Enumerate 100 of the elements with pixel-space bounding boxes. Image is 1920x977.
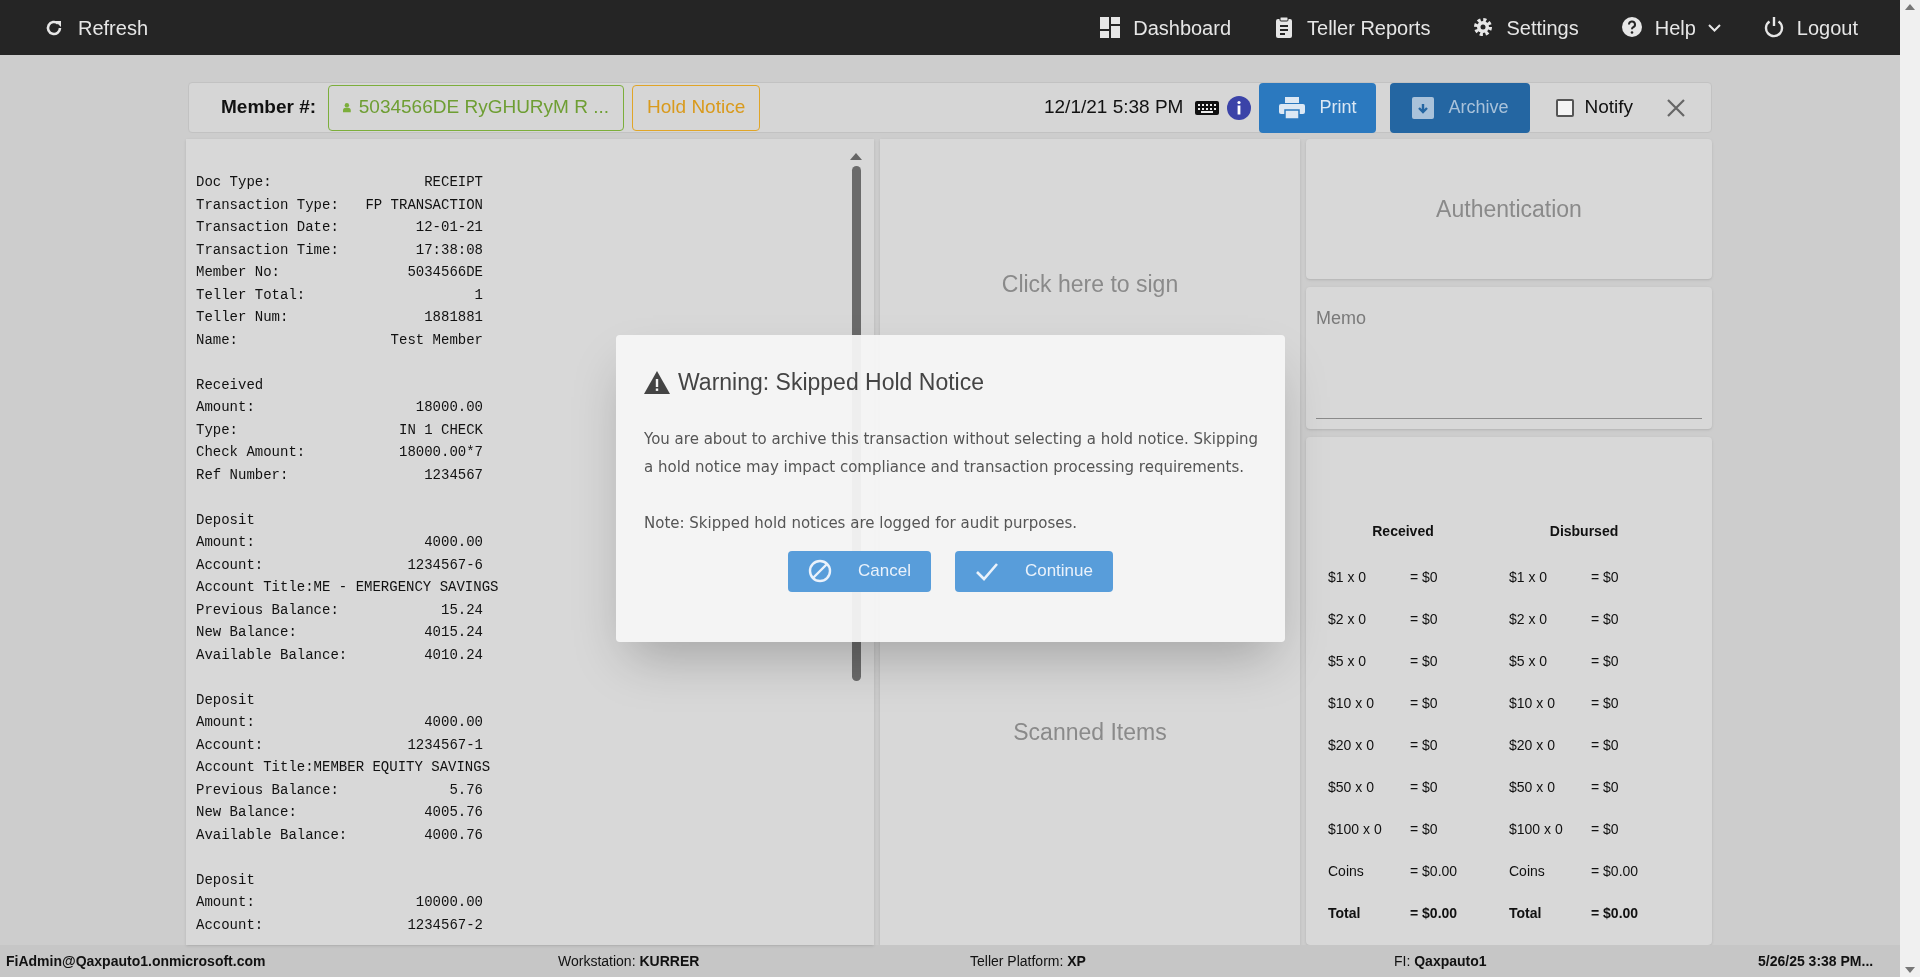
cash-label: $20 x 0 [1509,736,1555,753]
cash-label: Total [1328,904,1361,921]
cash-value: = $0 [1591,694,1619,711]
receipt-label: Teller Num: [196,308,289,327]
receipt-value: 4000.00 [424,533,483,552]
cash-value: = $0 [1591,568,1619,585]
receipt-label: Transaction Time: [196,240,339,260]
status-item: Workstation: KURRER [558,952,700,969]
receipt-label: New Balance: [196,623,297,642]
receipt-value: 5034566DE [407,263,483,282]
member-value: 5034566DE RyGHURyM R ... [358,95,610,120]
receipt-value: 4005.76 [424,803,483,822]
status-item: Teller Platform: XP [970,952,1086,969]
receipt-label: Amount: [196,713,255,732]
cash-label: $100 x 0 [1509,820,1563,837]
cash-label: $2 x 0 [1328,610,1367,627]
receipt-label: Doc Type: [196,173,272,192]
receipt-heading: Deposit [196,511,255,528]
receipt-value: 1234567 [424,465,483,485]
cash-label: $1 x 0 [1328,568,1367,585]
cash-value: = $0 [1591,610,1619,627]
cash-value: = $0 [1591,820,1619,837]
authentication-label: Authentication [1436,194,1582,224]
receipt-label: New Balance: [196,803,297,822]
cash-column-heading: Disbursed [1549,523,1619,539]
cash-value: = $0 [1410,610,1438,627]
cash-label: $5 x 0 [1328,652,1367,669]
cash-label: $50 x 0 [1509,778,1555,795]
receipt-value: 4000.76 [424,825,483,845]
receipt-value: 1881881 [424,308,483,327]
cash-label: Coins [1509,862,1545,879]
receipt-value: 5.76 [449,780,483,800]
receipt-value: 1234567-2 [407,915,483,935]
receipt-value: 1234567-6 [407,555,483,575]
scanned-items-label: Scanned Items [1013,717,1167,747]
receipt-value: RECEIPT [424,173,483,192]
sign-prompt: Click here to sign [1001,269,1179,299]
receipt-label: Check Amount: [196,443,306,462]
cash-value: = $0 [1410,736,1438,753]
receipt-label: Account: [196,915,264,935]
cash-label: $10 x 0 [1509,694,1555,711]
cash-value: = $0 [1410,778,1438,795]
receipt-line: Account Title:ME - EMERGENCY SAVINGS [196,579,499,595]
cash-column-heading: Received [1372,523,1434,539]
receipt-label: Available Balance: [196,825,348,845]
receipt-value: Test Member [390,330,483,350]
receipt-value: IN 1 CHECK [399,420,483,440]
cash-value: = $0 [1410,652,1438,669]
receipt-label: Amount: [196,533,255,552]
receipt-label: Account: [196,735,264,755]
cash-label: $1 x 0 [1509,568,1548,585]
status-item: FI: Qaxpauto1 [1394,952,1487,969]
receipt-label: Name: [196,330,238,350]
dialog-message: You are about to archive this transaction without selecting a hold notice. Skipping a hold notice may impact compliance and transaction processing requirements. [644,428,1260,478]
receipt-label: Ref Number: [196,465,289,485]
cash-label: $2 x 0 [1509,610,1548,627]
receipt-value: 4000.00 [424,713,483,732]
receipt-line: Account Title:MEMBER EQUITY SAVINGS [196,759,491,775]
receipt-value: 17:38:08 [415,240,483,260]
receipt-heading: Deposit [196,691,255,708]
receipt-value: 18000.00 [415,398,483,417]
dialog-note: Note: Skipped hold notices are logged for audit purposes. [644,512,1079,534]
cash-label: $10 x 0 [1328,694,1374,711]
receipt-label: Available Balance: [196,645,348,665]
receipt-value: 4010.24 [424,645,483,665]
cash-label: Coins [1328,862,1364,879]
cash-value: = $0 [1410,694,1438,711]
cash-value: = $0.00 [1591,904,1639,921]
receipt-value: 18000.00*7 [399,443,483,462]
receipt-label: Account: [196,555,264,575]
datetime-text: 12/1/21 5:38 PM [1044,95,1184,120]
cash-value: = $0 [1591,736,1619,753]
receipt-heading: Received [196,376,264,393]
receipt-label: Transaction Date: [196,218,339,237]
cash-value: = $0.00 [1591,862,1639,879]
receipt-label: Teller Total: [196,285,306,305]
cash-value: = $0.00 [1410,904,1458,921]
receipt-value: 4015.24 [424,623,483,642]
receipt-value: FP TRANSACTION [365,195,483,215]
receipt-value: 12-01-21 [415,218,483,237]
cash-value: = $0 [1410,820,1438,837]
cash-label: $20 x 0 [1328,736,1374,753]
receipt-label: Transaction Type: [196,195,339,215]
receipt-heading: Deposit [196,871,255,888]
receipt-label: Amount: [196,893,255,912]
member-label: Member #: [221,95,317,120]
dialog-title: Warning: Skipped Hold Notice [678,368,984,397]
cash-value: = $0.00 [1410,862,1458,879]
receipt-value: 10000.00 [415,893,483,912]
receipt-label: Previous Balance: [196,600,339,620]
receipt-label: Previous Balance: [196,780,339,800]
receipt-label: Member No: [196,263,280,282]
receipt-value: 15.24 [441,600,483,620]
receipt-label: Amount: [196,398,255,417]
cash-label: $50 x 0 [1328,778,1374,795]
cash-value: = $0 [1410,568,1438,585]
cash-label: $100 x 0 [1328,820,1382,837]
receipt-value: 1234567-1 [407,735,483,755]
cash-value: = $0 [1591,778,1619,795]
status-datetime: 5/26/25 3:38 PM... [1758,951,1874,971]
